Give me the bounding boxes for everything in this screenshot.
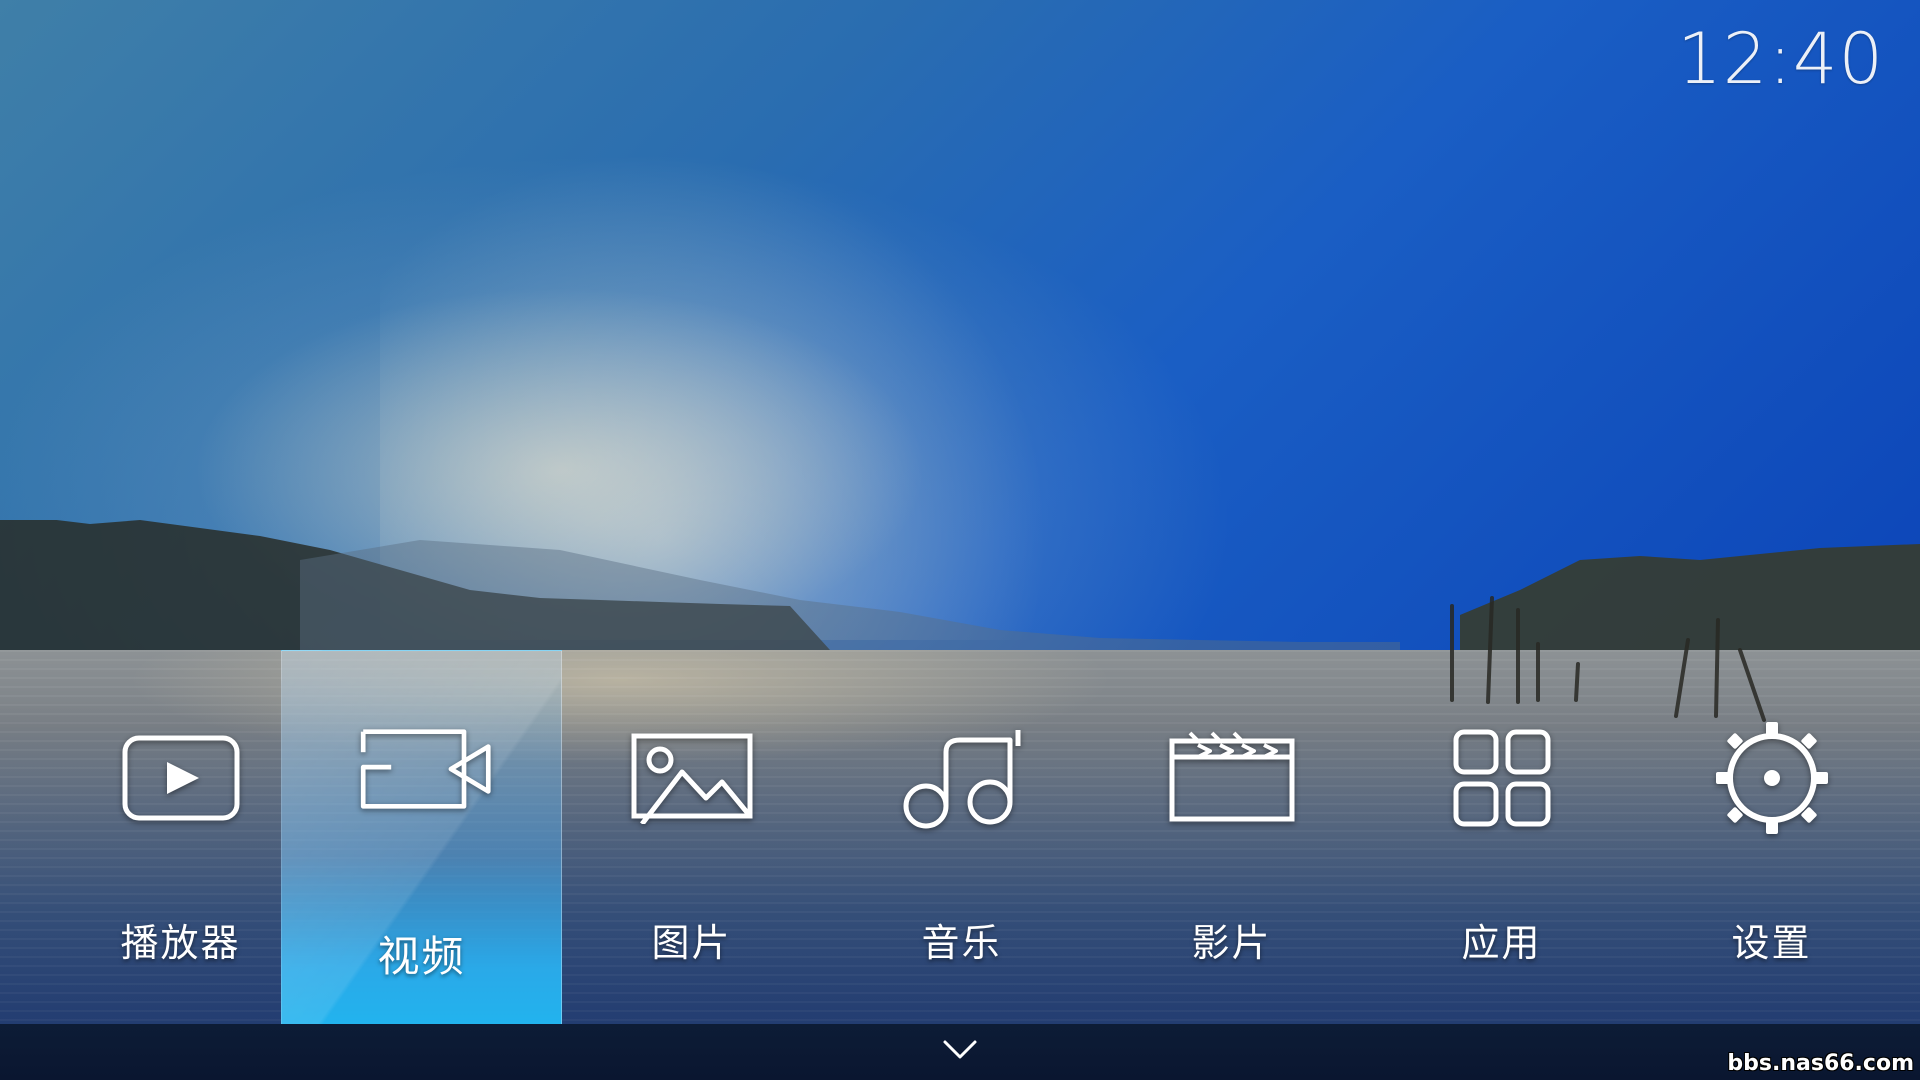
gear-icon [1702, 718, 1842, 838]
menu-item-label: 播放器 [120, 921, 241, 965]
menu-item-label: 应用 [1461, 921, 1542, 965]
video-camera-icon [352, 709, 492, 829]
picture-icon [622, 718, 762, 838]
apps-grid-icon [1432, 718, 1572, 838]
watermark: bbs.nas66.com [1727, 1051, 1914, 1076]
music-note-icon [892, 718, 1032, 838]
menu-item-label: 视频 [377, 932, 466, 981]
bottom-bar: bbs.nas66.com [0, 1024, 1920, 1080]
menu-item-pictures[interactable]: 图片 [551, 650, 832, 1024]
menu-item-label: 音乐 [921, 921, 1002, 965]
menu-item-player[interactable]: 播放器 [40, 650, 321, 1024]
menu-item-apps[interactable]: 应用 [1361, 650, 1642, 1024]
menu-item-music[interactable]: 音乐 [821, 650, 1102, 1024]
chevron-down-icon[interactable] [942, 1038, 978, 1062]
menu-item-video[interactable]: 视频 [281, 650, 562, 1024]
play-icon [111, 718, 251, 838]
tv-home-screen: 12:40 播放器 视频 图片 音乐 影片 应用 设置 bbs.nas66.co… [0, 0, 1920, 1080]
menu-item-label: 影片 [1191, 921, 1272, 965]
menu-item-settings[interactable]: 设置 [1631, 650, 1912, 1024]
main-menu: 播放器 视频 图片 音乐 影片 应用 设置 [40, 650, 1880, 1024]
clock: 12:40 [1677, 18, 1884, 100]
menu-item-movies[interactable]: 影片 [1091, 650, 1372, 1024]
menu-item-label: 设置 [1731, 921, 1812, 965]
menu-item-label: 图片 [651, 921, 732, 965]
clapperboard-icon [1162, 718, 1302, 838]
